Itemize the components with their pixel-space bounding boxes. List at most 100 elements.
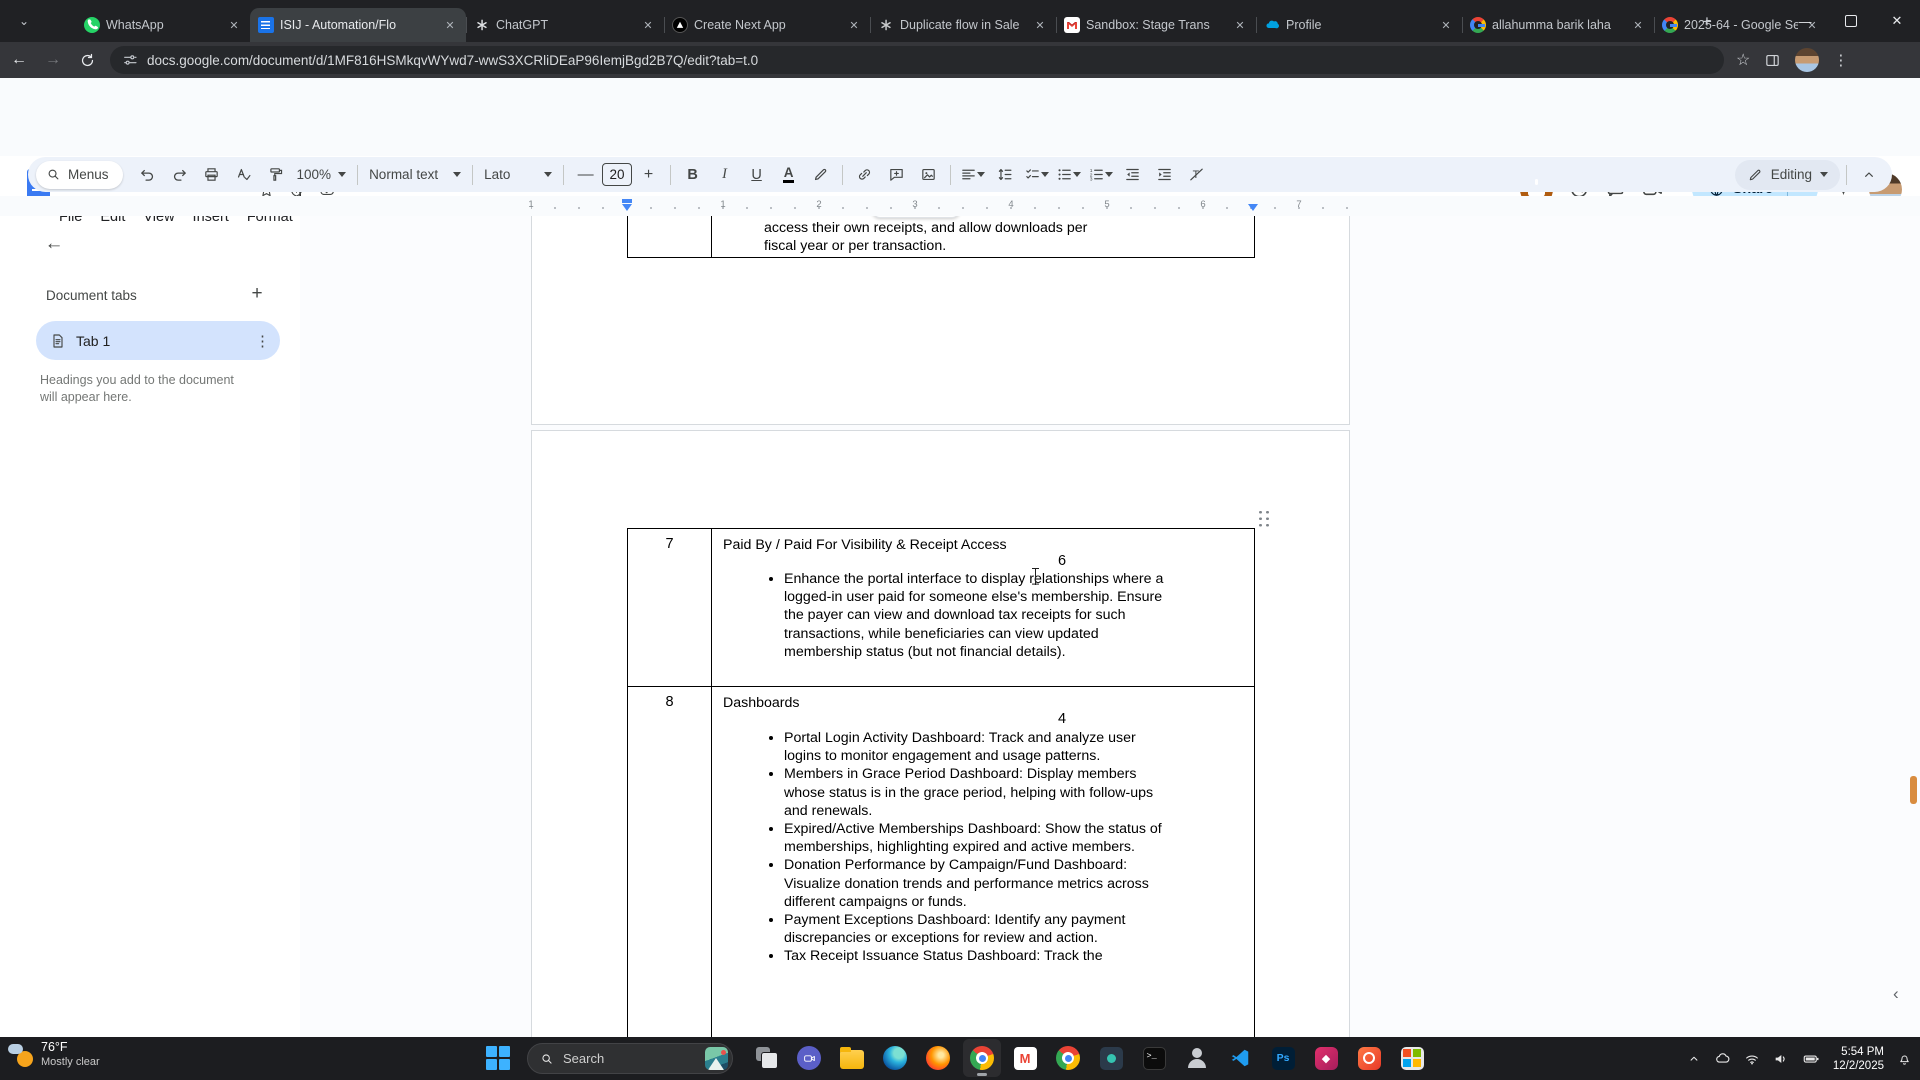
- italic-button[interactable]: I: [709, 161, 740, 189]
- insert-image-button[interactable]: [913, 161, 944, 189]
- chat-app-button[interactable]: [790, 1039, 828, 1077]
- first-line-indent-marker[interactable]: [622, 199, 632, 203]
- bullet-item[interactable]: Enhance the portal interface to display …: [784, 570, 1166, 661]
- battery-icon[interactable]: [1802, 1050, 1820, 1068]
- bold-button[interactable]: B: [677, 161, 708, 189]
- bullet-item[interactable]: Donation Performance by Campaign/Fund Da…: [784, 856, 1166, 911]
- tab-close-icon[interactable]: ✕: [1438, 17, 1454, 33]
- row-title-cell[interactable]: Paid By / Paid For Visibility & Receipt …: [723, 537, 1007, 553]
- text-color-button[interactable]: A: [773, 161, 804, 189]
- search-highlight-thumbnail[interactable]: [705, 1047, 728, 1070]
- line-spacing-button[interactable]: [989, 161, 1020, 189]
- restore-button[interactable]: [1828, 0, 1874, 42]
- clear-formatting-button[interactable]: [1181, 161, 1212, 189]
- spellcheck-button[interactable]: [228, 161, 259, 189]
- font-size-increase-button[interactable]: +: [633, 161, 664, 189]
- left-margin-marker[interactable]: [622, 204, 632, 211]
- bullet-item[interactable]: Payment Exceptions Dashboard: Identify a…: [784, 911, 1166, 947]
- tab-search-icon[interactable]: ⌄: [10, 8, 38, 34]
- row-hours-cell[interactable]: 4: [1058, 711, 1066, 727]
- forward-button[interactable]: →: [38, 45, 68, 75]
- highlight-color-button[interactable]: [805, 161, 836, 189]
- chrome-alt-button[interactable]: [1049, 1039, 1087, 1077]
- scrollbar-thumb[interactable]: [1910, 776, 1917, 804]
- insert-link-button[interactable]: [849, 161, 880, 189]
- close-button[interactable]: ✕: [1874, 0, 1920, 42]
- start-button[interactable]: [479, 1039, 517, 1077]
- wifi-icon[interactable]: [1744, 1051, 1760, 1067]
- close-tabs-panel-button[interactable]: ←: [38, 228, 70, 260]
- browser-menu-icon[interactable]: ⋮: [1833, 51, 1848, 69]
- document-canvas[interactable]: access their own receipts, and allow dow…: [300, 216, 1920, 1037]
- tab-close-icon[interactable]: ✕: [1032, 17, 1048, 33]
- zoom-select[interactable]: 100%: [292, 167, 352, 182]
- document-tab-1[interactable]: Tab 1 ⋮: [36, 321, 280, 360]
- onedrive-cloud-icon[interactable]: [1714, 1050, 1731, 1067]
- font-size-input[interactable]: [602, 163, 633, 186]
- firefox-button[interactable]: [919, 1039, 957, 1077]
- redo-button[interactable]: [164, 161, 195, 189]
- site-settings-icon[interactable]: [122, 52, 138, 68]
- reload-button[interactable]: [72, 45, 102, 75]
- bullet-item[interactable]: Portal Login Activity Dashboard: Track a…: [784, 729, 1166, 765]
- row-title-cell[interactable]: Dashboards: [723, 695, 800, 711]
- collapse-side-arrow[interactable]: ‹: [1893, 984, 1899, 1004]
- align-button[interactable]: [957, 161, 988, 189]
- editing-mode-select[interactable]: Editing: [1734, 159, 1840, 190]
- table-controls-widget[interactable]: +: [872, 216, 960, 218]
- task-view-button[interactable]: [748, 1039, 786, 1077]
- volume-icon[interactable]: [1773, 1051, 1789, 1067]
- tab-close-icon[interactable]: ✕: [226, 17, 242, 33]
- tab-duplicate-flow[interactable]: Duplicate flow in Sale ✕: [870, 8, 1056, 42]
- bullet-list[interactable]: Portal Login Activity Dashboard: Track a…: [758, 729, 1166, 966]
- collapse-toolbar-button[interactable]: [1853, 161, 1884, 189]
- row-number-cell[interactable]: 8: [628, 694, 711, 710]
- taskbar-search[interactable]: Search: [527, 1043, 733, 1074]
- font-size-decrease-button[interactable]: —: [570, 161, 601, 189]
- dark-app-button[interactable]: [1092, 1039, 1130, 1077]
- numbered-list-button[interactable]: [1085, 161, 1116, 189]
- tab-close-icon[interactable]: ✕: [846, 17, 862, 33]
- bookmark-star-icon[interactable]: ☆: [1736, 50, 1750, 70]
- add-document-tab-button[interactable]: +: [243, 280, 271, 308]
- people-button[interactable]: [1178, 1039, 1216, 1077]
- side-panel-icon[interactable]: [1764, 52, 1781, 69]
- back-button[interactable]: ←: [4, 45, 34, 75]
- right-margin-marker[interactable]: [1248, 204, 1258, 211]
- increase-indent-button[interactable]: [1149, 161, 1180, 189]
- tab-close-icon[interactable]: ✕: [1630, 17, 1646, 33]
- new-tab-button[interactable]: +: [1694, 9, 1720, 35]
- minimize-button[interactable]: —: [1782, 0, 1828, 42]
- omnibox[interactable]: docs.google.com/document/d/1MF816HSMkqvW…: [110, 46, 1724, 74]
- row-hours-cell[interactable]: 6: [1058, 553, 1066, 569]
- bullet-item[interactable]: Tax Receipt Issuance Status Dashboard: T…: [784, 947, 1166, 965]
- tab-isij-docs[interactable]: ISIJ - Automation/Flo ✕: [250, 8, 466, 42]
- paragraph-style-select[interactable]: Normal text: [364, 167, 466, 182]
- tab-close-icon[interactable]: ✕: [442, 17, 458, 33]
- paint-format-button[interactable]: [260, 161, 291, 189]
- main-table[interactable]: 7 Paid By / Paid For Visibility & Receip…: [627, 528, 1255, 1037]
- tab-close-icon[interactable]: ✕: [1232, 17, 1248, 33]
- table-cell-text[interactable]: access their own receipts, and allow dow…: [764, 219, 1116, 255]
- chrome-button-active[interactable]: [963, 1039, 1001, 1077]
- checklist-button[interactable]: [1021, 161, 1052, 189]
- bullet-list[interactable]: Enhance the portal interface to display …: [758, 570, 1166, 661]
- add-comment-button[interactable]: [881, 161, 912, 189]
- underline-button[interactable]: U: [741, 161, 772, 189]
- tab-create-next-app[interactable]: Create Next App ✕: [664, 8, 870, 42]
- terminal-button[interactable]: >_: [1135, 1039, 1173, 1077]
- tab-sandbox-stage[interactable]: Sandbox: Stage Trans ✕: [1056, 8, 1256, 42]
- pink-app-button[interactable]: ◆: [1307, 1039, 1345, 1077]
- undo-button[interactable]: [132, 161, 163, 189]
- tab-chatgpt[interactable]: ChatGPT ✕: [466, 8, 664, 42]
- tab-profile[interactable]: Profile ✕: [1256, 8, 1462, 42]
- print-button[interactable]: [196, 161, 227, 189]
- edge-button[interactable]: [876, 1039, 914, 1077]
- tab-options-icon[interactable]: ⋮: [255, 332, 270, 350]
- browser-profile-avatar[interactable]: [1795, 48, 1820, 72]
- row-number-cell[interactable]: 7: [628, 536, 711, 552]
- url-text[interactable]: docs.google.com/document/d/1MF816HSMkqvW…: [147, 53, 758, 68]
- vscode-button[interactable]: [1221, 1039, 1259, 1077]
- weather-widget[interactable]: 76°F Mostly clear: [8, 1040, 100, 1069]
- table-fragment[interactable]: access their own receipts, and allow dow…: [627, 216, 1255, 258]
